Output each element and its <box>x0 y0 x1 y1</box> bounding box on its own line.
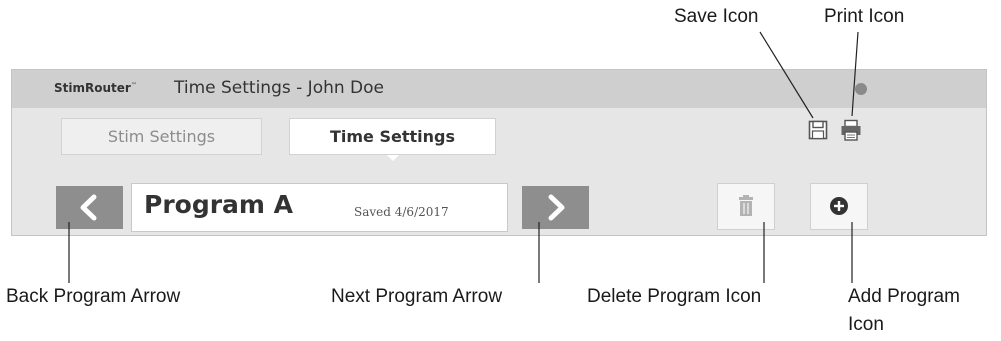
back-arrow-callout: Back Program Arrow <box>6 286 181 307</box>
save-icon-callout: Save Icon <box>674 6 759 27</box>
add-icon-callout-line1: Add Program <box>848 286 960 307</box>
delete-icon-callout: Delete Program Icon <box>587 286 762 307</box>
title-bar: StimRouter™ Time Settings - John Doe <box>12 70 986 108</box>
print-icon-callout: Print Icon <box>824 6 905 27</box>
tab-stim-settings[interactable]: Stim Settings <box>61 118 262 155</box>
program-name: Program A <box>144 190 294 219</box>
next-arrow-callout: Next Program Arrow <box>331 286 503 307</box>
next-program-button[interactable] <box>522 186 589 229</box>
plus-circle-icon <box>830 197 848 215</box>
save-icon[interactable] <box>808 120 828 140</box>
add-icon-callout-line2: Icon <box>848 314 884 335</box>
window-title: Time Settings - John Doe <box>174 78 384 98</box>
print-icon[interactable] <box>840 119 862 141</box>
add-program-button[interactable] <box>810 183 868 230</box>
tab-time-settings[interactable]: Time Settings <box>289 118 496 155</box>
program-selector: Program A Saved 4/6/2017 <box>131 183 508 232</box>
trash-icon <box>739 195 753 216</box>
brand-logo: StimRouter™ <box>54 81 137 95</box>
delete-program-button[interactable] <box>717 183 775 230</box>
chevron-left-icon <box>80 194 97 221</box>
active-tab-pointer <box>387 155 399 161</box>
back-program-button[interactable] <box>56 186 123 229</box>
chevron-right-icon <box>548 194 565 221</box>
program-saved-status: Saved 4/6/2017 <box>354 205 449 219</box>
window-status-dot <box>855 83 867 95</box>
time-settings-panel: StimRouter™ Time Settings - John Doe Sti… <box>11 69 987 236</box>
